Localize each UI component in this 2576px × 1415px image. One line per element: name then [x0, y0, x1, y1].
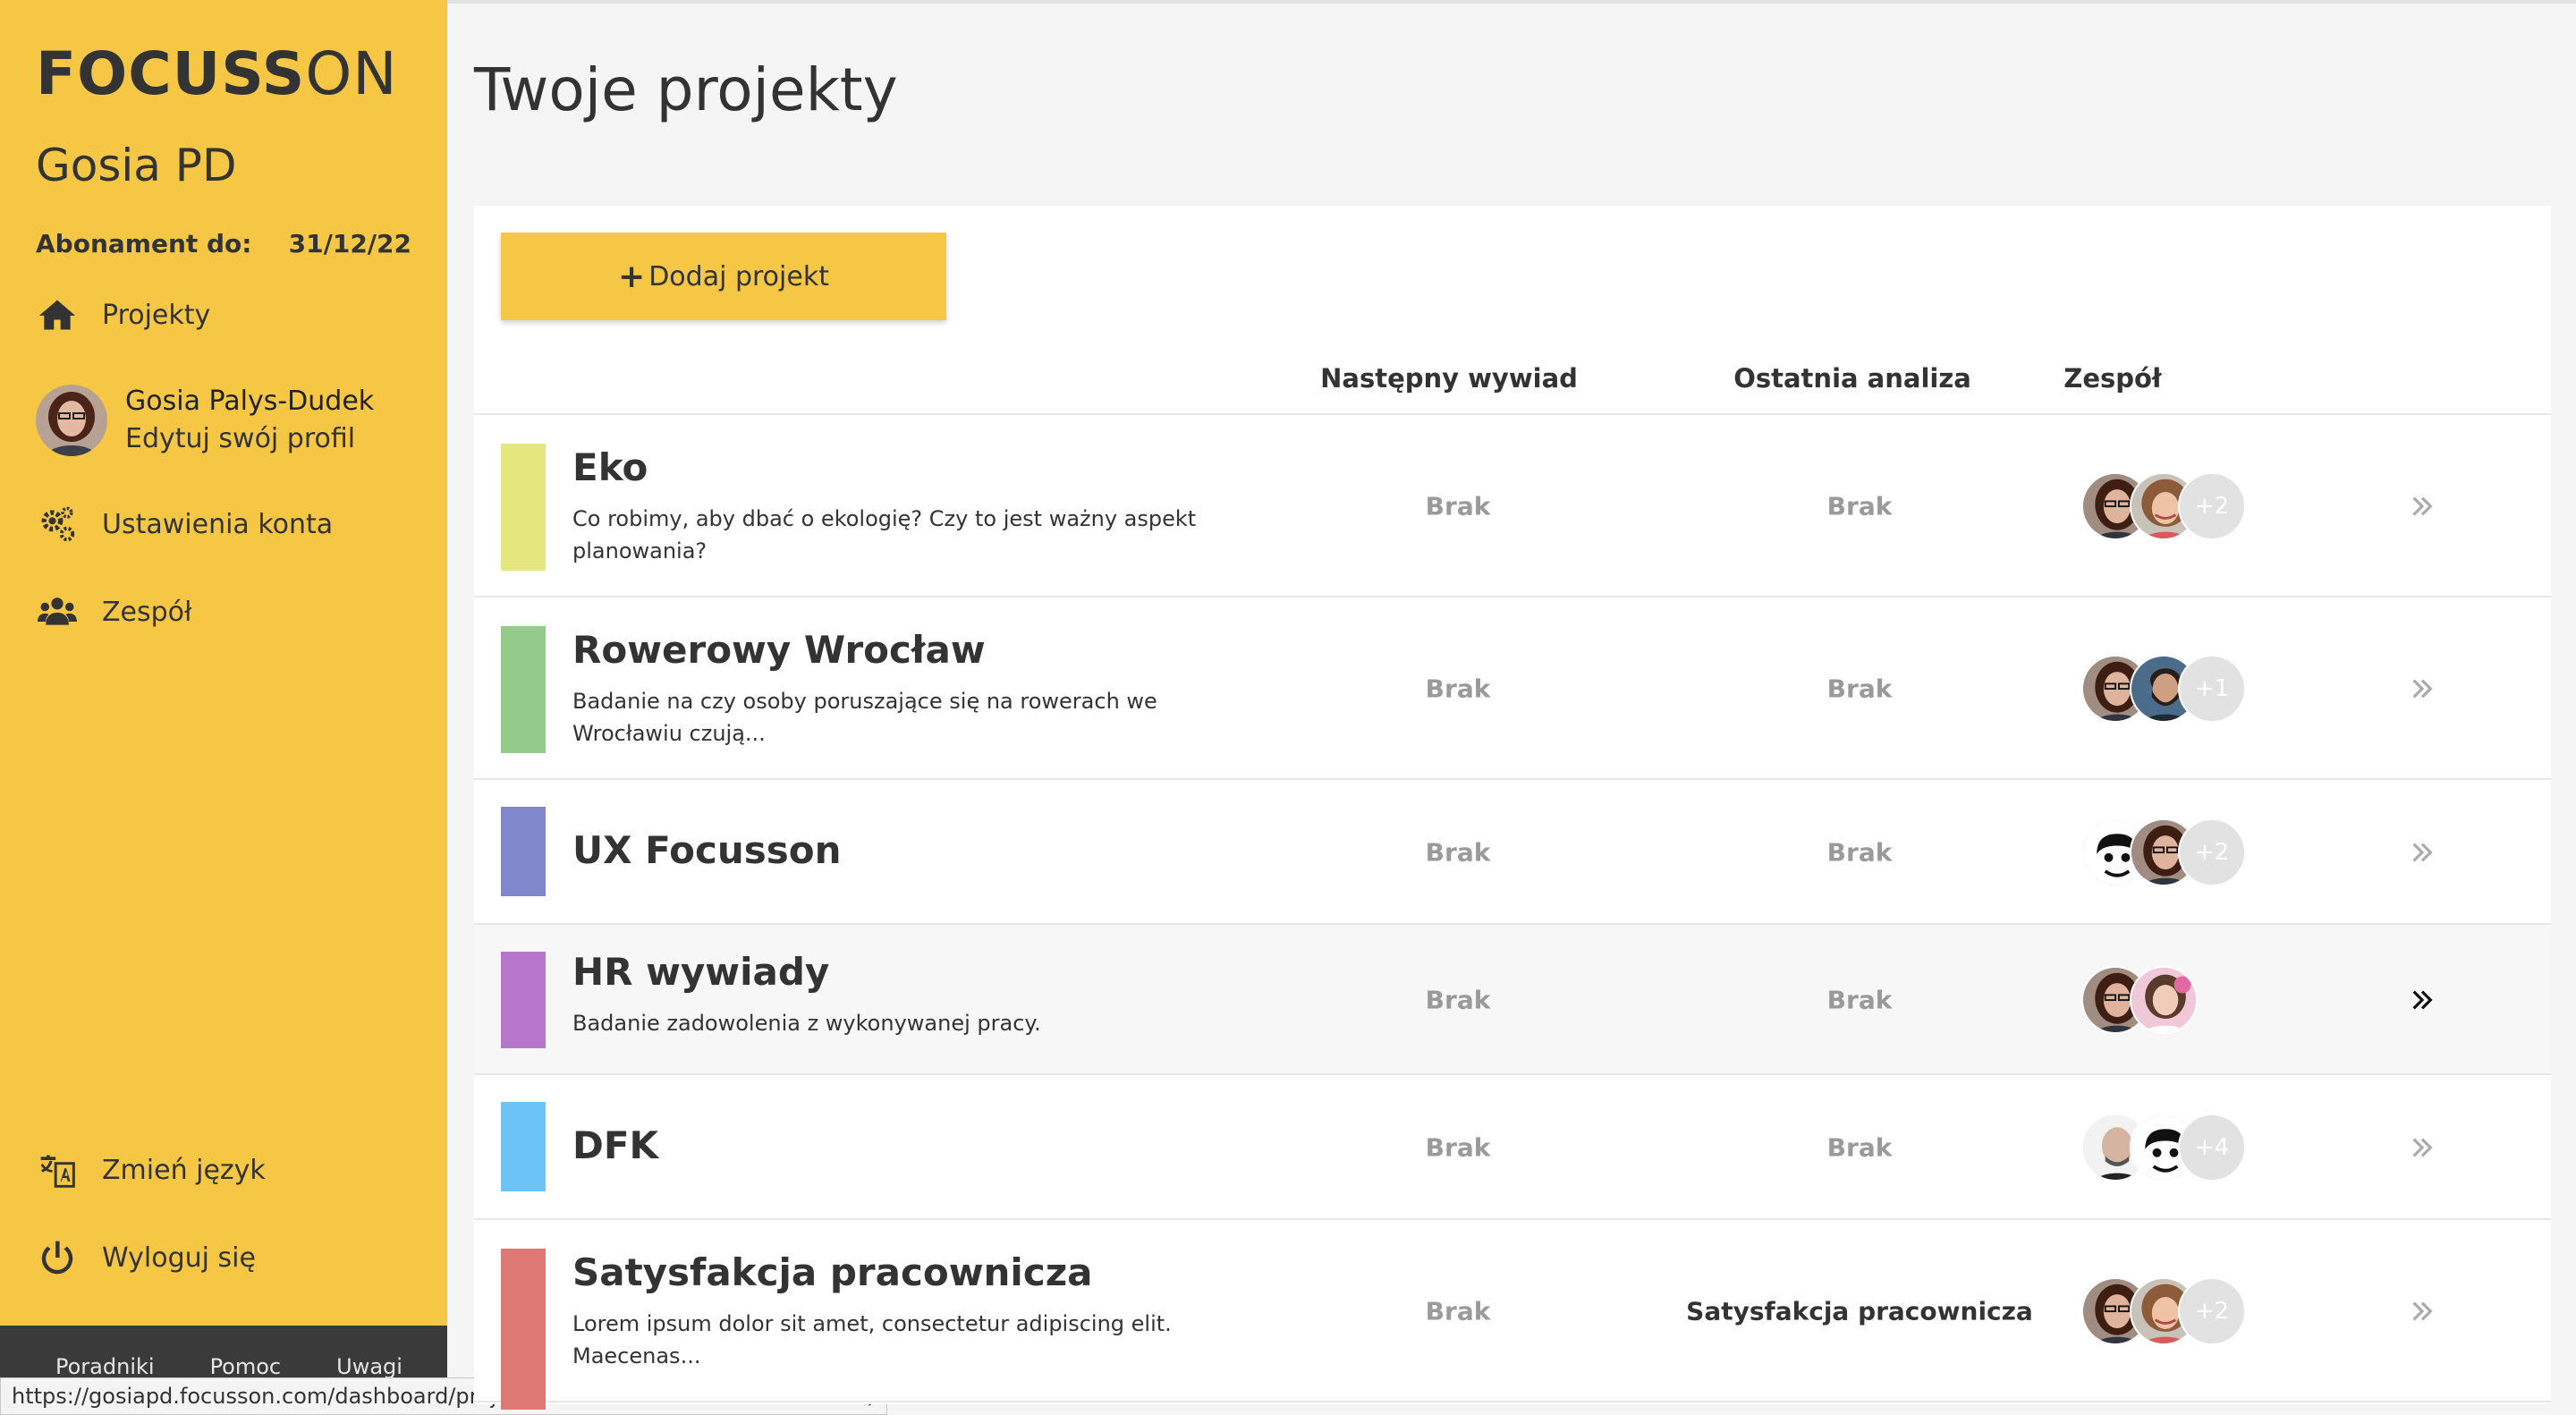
- add-project-label: Dodaj projekt: [648, 260, 829, 292]
- footer-link-help[interactable]: Pomoc: [210, 1354, 282, 1379]
- project-row[interactable]: Rowerowy Wrocław Badanie na czy osoby por…: [474, 597, 2551, 780]
- team-more-count: +2: [2178, 1277, 2246, 1345]
- gears-icon: [36, 503, 79, 546]
- team-avatars[interactable]: +1: [2081, 655, 2246, 723]
- chevron-double-right-icon[interactable]: [2408, 1133, 2436, 1162]
- chevron-double-right-icon[interactable]: [2408, 1297, 2436, 1326]
- last-analysis-value: Brak: [1826, 985, 1893, 1015]
- nav-projects[interactable]: Projekty: [36, 293, 210, 336]
- nav-logout-label: Wyloguj się: [102, 1241, 256, 1274]
- project-title[interactable]: HR wywiady: [572, 950, 829, 994]
- column-header-team[interactable]: Zespół: [2063, 363, 2161, 394]
- project-row[interactable]: Eko Co robimy, aby dbać o ekologię? Czy t…: [474, 415, 2551, 597]
- team-more-count: +2: [2178, 818, 2246, 886]
- projects-list: Eko Co robimy, aby dbać o ekologię? Czy t…: [474, 415, 2551, 1410]
- add-project-button[interactable]: + Dodaj projekt: [501, 233, 946, 320]
- project-description: Lorem ipsum dolor sit amet, consectetur …: [572, 1311, 1172, 1368]
- footer-link-notes[interactable]: Uwagi: [336, 1354, 402, 1379]
- project-title[interactable]: DFK: [572, 1123, 658, 1167]
- team-member-avatar: [2130, 966, 2198, 1034]
- column-header-next-interview[interactable]: Następny wywiad: [1320, 363, 1578, 394]
- last-analysis-value: Brak: [1826, 674, 1893, 704]
- profile-name: Gosia Palys-Dudek: [125, 386, 375, 417]
- power-icon: [36, 1236, 79, 1279]
- project-row[interactable]: UX Focusson Brak Brak +2: [474, 780, 2551, 925]
- project-description: Co robimy, aby dbać o ekologię? Czy to j…: [572, 506, 1197, 563]
- chevron-double-right-icon[interactable]: [2408, 674, 2436, 703]
- nav-account-settings-label: Ustawienia konta: [102, 508, 334, 540]
- next-interview-value: Brak: [1425, 837, 1491, 868]
- project-title[interactable]: Rowerowy Wrocław: [572, 628, 986, 672]
- last-analysis-value[interactable]: Satysfakcja pracownicza: [1686, 1297, 2033, 1326]
- project-description: Badanie na czy osoby poruszające się na …: [572, 689, 1157, 746]
- home-icon: [36, 293, 79, 336]
- nav-change-language[interactable]: Zmień język: [36, 1148, 266, 1191]
- nav-team[interactable]: Zespół: [36, 590, 192, 633]
- plus-icon: +: [618, 258, 646, 295]
- users-icon: [36, 590, 79, 633]
- team-avatars[interactable]: +4: [2081, 1114, 2246, 1182]
- next-interview-value: Brak: [1425, 491, 1491, 521]
- logo-light-text: ON: [305, 39, 398, 108]
- logo-bold-text: FOCUSS: [36, 39, 306, 108]
- project-color-bar: [501, 807, 546, 896]
- project-title[interactable]: Satysfakcja pracownicza: [572, 1250, 1093, 1294]
- team-more-count: +4: [2178, 1114, 2246, 1182]
- profile-link[interactable]: Gosia Palys-Dudek Edytuj swój profil: [36, 383, 374, 458]
- project-color-bar: [501, 1249, 546, 1410]
- project-color-bar: [501, 952, 546, 1048]
- team-avatars[interactable]: [2081, 966, 2198, 1034]
- next-interview-value: Brak: [1425, 1132, 1491, 1163]
- column-header-last-analysis[interactable]: Ostatnia analiza: [1733, 363, 1971, 394]
- project-color-bar: [501, 444, 546, 571]
- avatar: [36, 385, 107, 456]
- profile-text: Gosia Palys-Dudek Edytuj swój profil: [125, 383, 374, 458]
- subscription-info: Abonament do: 31/12/22: [36, 229, 411, 258]
- team-more-count: +2: [2178, 472, 2246, 540]
- nav-projects-label: Projekty: [102, 299, 211, 331]
- app-logo[interactable]: FOCUSSON: [36, 39, 398, 108]
- language-icon: [36, 1148, 79, 1191]
- project-color-bar: [501, 626, 546, 753]
- footer-links: Poradniki Pomoc Uwagi: [55, 1354, 402, 1379]
- project-row[interactable]: DFK Brak Brak +4: [474, 1075, 2551, 1220]
- project-title[interactable]: UX Focusson: [572, 828, 842, 872]
- projects-panel: + Dodaj projekt Następny wywiad Ostatnia…: [474, 206, 2551, 1410]
- team-avatars[interactable]: +2: [2081, 472, 2246, 540]
- nav-change-language-label: Zmień język: [102, 1154, 266, 1186]
- nav-account-settings[interactable]: Ustawienia konta: [36, 503, 333, 546]
- chevron-double-right-icon[interactable]: [2408, 986, 2436, 1014]
- project-row[interactable]: HR wywiady Badanie zadowolenia z wykonywa…: [474, 925, 2551, 1075]
- team-avatars[interactable]: +2: [2081, 818, 2246, 886]
- next-interview-value: Brak: [1425, 674, 1491, 704]
- last-analysis-value: Brak: [1826, 1132, 1893, 1163]
- top-border: [447, 0, 2576, 4]
- footer-link-guides[interactable]: Poradniki: [55, 1354, 155, 1379]
- subscription-date: 31/12/22: [288, 229, 411, 258]
- user-short-name: Gosia PD: [36, 140, 237, 191]
- team-avatars[interactable]: +2: [2081, 1277, 2246, 1345]
- last-analysis-value: Brak: [1826, 491, 1893, 521]
- team-more-count: +1: [2178, 655, 2246, 723]
- edit-profile-link[interactable]: Edytuj swój profil: [125, 420, 374, 458]
- project-color-bar: [501, 1102, 546, 1191]
- chevron-double-right-icon[interactable]: [2408, 838, 2436, 867]
- nav-team-label: Zespół: [102, 596, 192, 628]
- project-row[interactable]: Satysfakcja pracownicza Lorem ipsum dolor…: [474, 1220, 2551, 1410]
- next-interview-value: Brak: [1425, 1296, 1491, 1326]
- subscription-label: Abonament do:: [36, 229, 252, 258]
- project-title[interactable]: Eko: [572, 445, 648, 489]
- next-interview-value: Brak: [1425, 985, 1491, 1015]
- nav-logout[interactable]: Wyloguj się: [36, 1236, 256, 1279]
- page-title: Twoje projekty: [474, 55, 898, 124]
- last-analysis-value: Brak: [1826, 837, 1893, 868]
- sidebar: FOCUSSON Gosia PD Abonament do: 31/12/22…: [0, 0, 447, 1415]
- chevron-double-right-icon[interactable]: [2408, 492, 2436, 521]
- project-description: Badanie zadowolenia z wykonywanej pracy.: [572, 1011, 1041, 1036]
